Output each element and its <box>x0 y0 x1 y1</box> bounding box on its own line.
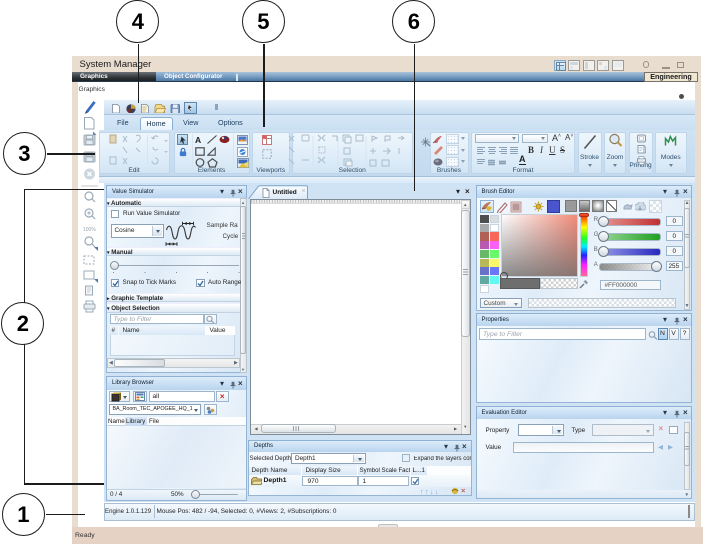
svg-text:100%: 100% <box>83 227 96 233</box>
